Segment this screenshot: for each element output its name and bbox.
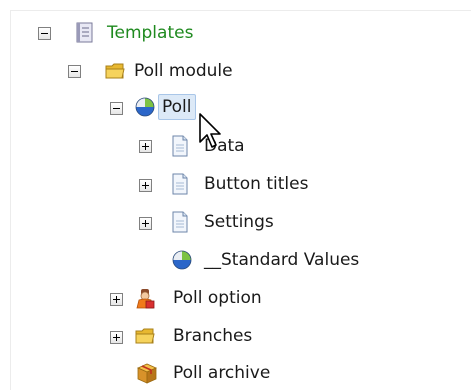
archive-box-icon	[137, 363, 157, 384]
tree-node-label-settings[interactable]: Settings	[204, 209, 274, 235]
tree-node-label-standard-values[interactable]: __Standard Values	[204, 247, 359, 273]
template-doc-icon	[76, 22, 93, 43]
collapse-toggle-poll-module[interactable]	[68, 65, 81, 78]
collapse-toggle-poll[interactable]	[110, 102, 123, 115]
tree-node-label-poll-option[interactable]: Poll option	[173, 285, 262, 311]
document-icon	[172, 173, 188, 195]
expand-toggle-branches[interactable]	[110, 331, 123, 344]
folder-icon	[135, 328, 155, 344]
tree-node-label-templates[interactable]: Templates	[107, 20, 193, 46]
tree-node-label-button-titles[interactable]: Button titles	[204, 171, 308, 197]
tree-node-label-poll-module[interactable]: Poll module	[134, 58, 233, 84]
poll-option-icon	[136, 289, 155, 309]
folder-icon	[105, 63, 125, 79]
poll-sphere-icon	[172, 250, 192, 270]
expand-toggle-poll-option[interactable]	[110, 293, 123, 306]
poll-sphere-icon	[135, 97, 155, 117]
expand-toggle-data[interactable]	[139, 140, 152, 153]
expand-toggle-settings[interactable]	[139, 217, 152, 230]
mouse-pointer-icon	[199, 113, 221, 148]
document-icon	[172, 211, 188, 233]
document-icon	[172, 135, 188, 157]
tree-node-label-branches[interactable]: Branches	[173, 323, 252, 349]
expand-toggle-button-titles[interactable]	[139, 179, 152, 192]
content-tree-panel: Templates Poll module Poll Data Button t…	[0, 0, 471, 390]
tree-node-label-poll-archive[interactable]: Poll archive	[173, 360, 270, 386]
collapse-toggle-templates[interactable]	[38, 27, 51, 40]
tree-node-label-poll[interactable]: Poll	[158, 94, 196, 120]
